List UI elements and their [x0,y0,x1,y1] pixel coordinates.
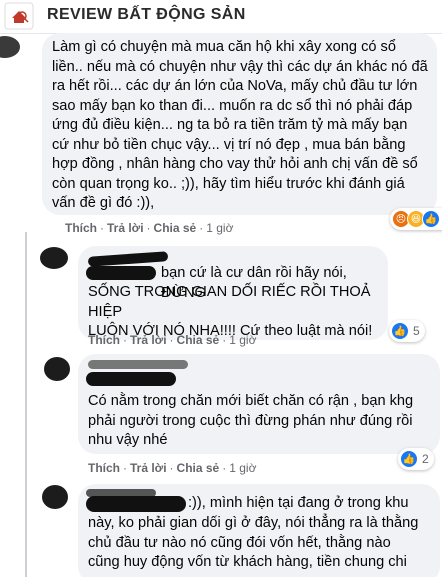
reaction-count: 2 [422,452,429,466]
like-button[interactable]: Thích [88,333,120,347]
comment-text: này, ko phải gian dối gì ở đây, nói thẳn… [88,515,419,570]
comment-bubble: bạn cứ là cư dân rồi hãy nói, ĐỪNG SỐNG … [78,246,388,340]
redacted-name [87,251,169,267]
reply-button[interactable]: Trả lời [130,333,167,347]
review-logo-icon[interactable] [4,2,34,30]
redacted-name [88,360,188,369]
comment-actions: Thích · Trả lời · Chia sẻ · 1 giờ [88,333,257,347]
comment-bubble: Có nằm trong chăn mới biết chăn có rận ,… [78,354,440,454]
avatar[interactable] [44,357,70,381]
redacted-name [86,266,156,280]
share-button[interactable]: Chia sẻ [177,461,220,475]
like-reaction-icon: 👍 [400,450,418,468]
comment-bubble: Làm gì có chuyện mà mua căn hộ khi xây x… [42,33,437,215]
comment-time[interactable]: 1 giờ [229,461,256,475]
avatar[interactable] [42,485,68,509]
avatar[interactable] [40,247,68,269]
comment-time[interactable]: 1 giờ [206,221,233,235]
comment-time[interactable]: 1 giờ [229,333,256,347]
comment-actions: Thích · Trả lời · Chia sẻ · 1 giờ [88,461,257,475]
comment-text: Có nằm trong chăn mới biết chăn có rận ,… [88,393,414,448]
avatar[interactable] [0,36,20,58]
like-reaction-icon: 👍 [391,322,409,340]
reply-thread-line [25,232,27,577]
reply-button[interactable]: Trả lời [107,221,144,235]
page-title: REVIEW BẤT ĐỘNG SẢN [47,6,246,23]
reaction-summary[interactable]: 👍 2 [398,448,434,470]
comment-bubble: :)), mình hiện tại đang ở trong khu này,… [78,484,440,577]
like-button[interactable]: Thích [65,221,97,235]
comment-text: Làm gì có chuyện mà mua căn hộ khi xây x… [52,39,428,211]
reaction-count: 5 [413,324,420,338]
redacted-name [86,372,176,386]
redacted-name [86,496,186,512]
like-button[interactable]: Thích [88,461,120,475]
reaction-summary[interactable]: 😠 😆 👍 7 [390,208,442,230]
comment-actions: Thích · Trả lời · Chia sẻ · 1 giờ [65,221,234,235]
share-button[interactable]: Chia sẻ [154,221,197,235]
comment-text: :)), mình hiện tại đang ở trong khu [188,495,409,511]
group-header: REVIEW BẤT ĐỘNG SẢN [0,0,442,34]
share-button[interactable]: Chia sẻ [177,333,220,347]
reply-button[interactable]: Trả lời [130,461,167,475]
like-reaction-icon: 👍 [422,210,440,228]
reaction-summary[interactable]: 👍 5 [389,320,425,342]
